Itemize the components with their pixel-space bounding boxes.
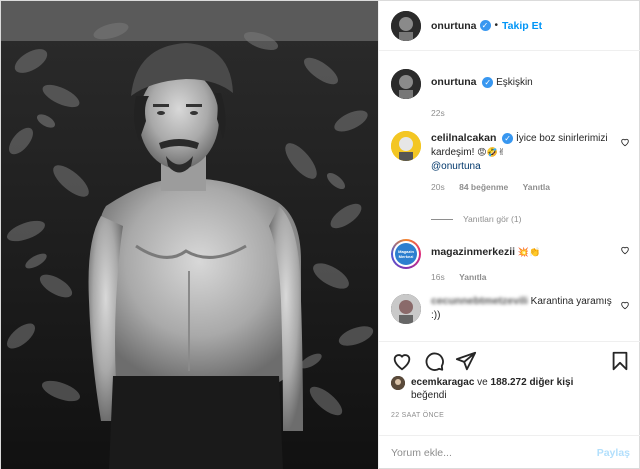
caption-avatar-image [391,69,421,99]
comment-username[interactable]: cecunnebtmetzevili [431,295,528,307]
comment-emoji: 💥👏 [517,248,541,258]
heart-icon[interactable] [391,350,413,372]
post-header: onurtuna ✓ • Takip Et [379,1,640,51]
comment-avatar[interactable] [391,294,421,324]
reply-button[interactable]: Yanıtla [459,272,486,282]
post-photo[interactable] [1,1,378,469]
share-icon[interactable] [455,350,477,372]
separator-dot: • [494,20,499,31]
comment-icon[interactable] [423,350,445,372]
action-bar [379,341,640,371]
post-comment-button[interactable]: Paylaş [597,447,630,459]
follow-button[interactable]: Takip Et [502,20,542,32]
comment-input[interactable]: Yorum ekle... [391,447,452,459]
view-replies-button[interactable]: Yanıtları gör (1) [431,214,521,224]
comment-avatar-image [391,131,421,161]
verified-badge-icon: ✓ [479,20,491,31]
comment-mention[interactable]: @onurtuna [431,160,616,174]
author-avatar-image [391,10,421,41]
comment-list: onurtuna ✓ Eşkişkin 22s celilnalcakan ✓ [379,51,640,341]
likes-connector: ve [477,377,488,388]
view-replies-label: Yanıtları gör (1) [463,214,522,224]
post-timestamp[interactable]: 22 SAAT ÖNCE [391,412,444,419]
comment-username[interactable]: celilnalcakan [431,132,496,144]
reply-button[interactable]: Yanıtla [523,182,550,192]
comment-item: Magazin Merkezi magazinmerkezii 💥👏 16s Y… [391,239,630,284]
caption-avatar[interactable] [391,69,421,99]
caption-username[interactable]: onurtuna [431,76,477,88]
comment-avatar[interactable]: Magazin Merkezi [391,239,421,269]
comment-likes[interactable]: 84 beğenme [459,182,508,192]
bookmark-icon[interactable] [609,350,631,372]
comment-heart-icon[interactable] [620,137,630,147]
comment-avatar-image [391,294,421,324]
author-avatar[interactable] [391,10,421,41]
comment-avatar[interactable] [391,131,421,161]
liker-avatar[interactable] [391,376,405,390]
liker-username[interactable]: ecemkaragac [411,377,474,388]
comment-time[interactable]: 20s [431,182,445,192]
author-username[interactable]: onurtuna [431,20,477,32]
comment-time[interactable]: 16s [431,272,445,282]
caption: onurtuna ✓ Eşkişkin 22s [391,69,630,120]
add-comment-bar: Yorum ekle... Paylaş [379,435,640,469]
post-sidebar: onurtuna ✓ • Takip Et onurtuna ✓ Eşkişki… [378,1,640,469]
comment-heart-icon[interactable] [620,300,630,310]
replies-line [431,218,453,220]
photo-illustration [1,1,378,469]
caption-text: Eşkişkin [496,77,533,88]
comment-emoji: 😡🤣✌ [477,148,506,158]
likes-summary: ecemkaragac ve 188.272 diğer kişi beğend… [391,376,631,402]
comment-heart-icon[interactable] [620,245,630,255]
comment-item: celilnalcakan ✓ İyice boz sinirlerimizi … [391,131,630,194]
avatar-text: Magazin Merkezi [395,243,417,265]
instagram-post: onurtuna ✓ • Takip Et onurtuna ✓ Eşkişki… [0,0,640,469]
comment-username[interactable]: magazinmerkezii [431,246,515,258]
verified-badge-icon: ✓ [482,76,494,88]
caption-time[interactable]: 22s [431,108,445,118]
likes-suffix: beğendi [411,390,447,401]
likes-count[interactable]: 188.272 diğer kişi [491,377,574,388]
liker-avatar-image [391,376,405,390]
verified-badge-icon: ✓ [502,132,514,144]
comment-item: cecunnebtmetzevili Karantina yaramış :)) [391,294,630,324]
